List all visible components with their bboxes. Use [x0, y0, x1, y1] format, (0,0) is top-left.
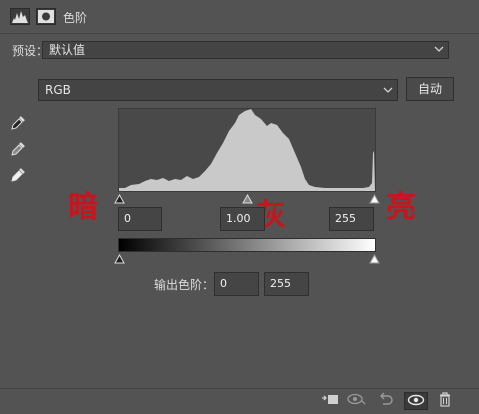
gray-point-eyedropper-icon[interactable]	[9, 140, 27, 161]
annotation-bright: 亮	[386, 190, 416, 225]
channel-value: RGB	[45, 83, 71, 97]
preset-dropdown[interactable]: 默认值	[42, 41, 449, 59]
output-black-slider[interactable]	[114, 253, 125, 267]
clip-to-layer-icon[interactable]	[320, 392, 340, 410]
view-previous-icon[interactable]	[347, 392, 367, 410]
black-point-eyedropper-icon[interactable]	[9, 114, 27, 135]
histogram	[118, 108, 376, 192]
output-black-field[interactable]: 0	[214, 272, 259, 296]
preset-value: 默认值	[49, 43, 86, 57]
mask-icon[interactable]	[36, 8, 56, 25]
input-gamma-field[interactable]: 1.00	[220, 207, 265, 231]
input-black-slider[interactable]	[114, 193, 125, 207]
input-gamma-slider[interactable]	[242, 193, 253, 207]
auto-button[interactable]: 自动	[406, 77, 454, 101]
white-point-eyedropper-icon[interactable]	[9, 166, 27, 187]
chevron-down-icon	[434, 46, 444, 52]
histogram-graph	[119, 109, 375, 191]
levels-icon[interactable]	[10, 8, 30, 25]
trash-icon[interactable]	[435, 392, 455, 410]
reset-icon[interactable]	[376, 392, 396, 410]
channel-dropdown[interactable]: RGB	[38, 79, 398, 101]
output-white-slider[interactable]	[369, 253, 380, 267]
output-white-field[interactable]: 255	[264, 272, 309, 296]
input-black-field[interactable]: 0	[118, 207, 162, 231]
input-white-slider[interactable]	[369, 193, 380, 207]
annotation-dark: 暗	[68, 190, 98, 225]
input-white-field[interactable]: 255	[329, 207, 374, 231]
visibility-eye-icon[interactable]	[404, 392, 428, 410]
chevron-down-icon	[383, 87, 393, 93]
panel-title: 色阶	[63, 11, 88, 25]
output-gradient-bar	[118, 238, 376, 252]
output-levels-label: 输出色阶：	[154, 278, 215, 292]
